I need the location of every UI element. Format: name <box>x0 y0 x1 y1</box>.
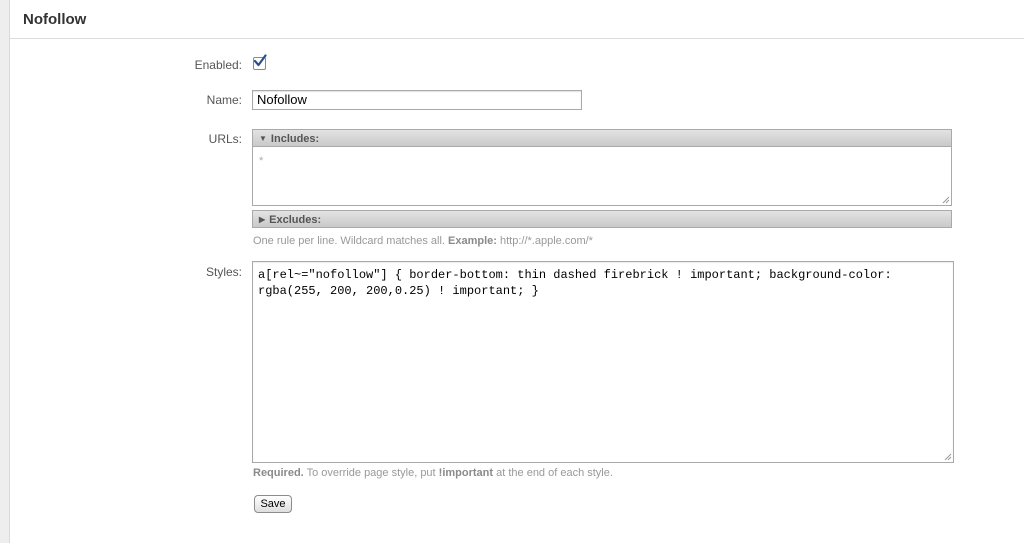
styles-hint-important: !important <box>438 467 494 479</box>
includes-textarea[interactable]: * <box>252 147 952 206</box>
enabled-label: Enabled: <box>194 58 242 72</box>
resize-handle-icon[interactable] <box>944 453 952 461</box>
name-input[interactable] <box>252 90 582 110</box>
left-strip <box>0 0 10 543</box>
triangle-right-icon: ▶ <box>259 215 266 224</box>
enabled-checkbox[interactable] <box>253 54 267 70</box>
urls-hint-text: One rule per line. Wildcard matches all. <box>253 235 449 247</box>
includes-placeholder: * <box>259 155 264 167</box>
triangle-down-icon: ▼ <box>259 134 267 143</box>
excludes-label: Excludes: <box>269 214 322 226</box>
includes-header[interactable]: ▼ Includes: <box>252 129 952 147</box>
urls-hint-example-label: Example: <box>448 235 497 247</box>
styles-hint-required: Required. <box>253 467 304 479</box>
styles-hint: Required. To override page style, put !i… <box>253 467 613 479</box>
page-title: Nofollow <box>23 11 87 28</box>
resize-handle-icon[interactable] <box>942 196 950 204</box>
urls-hint-example-value: http://*.apple.com/* <box>496 235 593 247</box>
excludes-header[interactable]: ▶ Excludes: <box>252 210 952 228</box>
styles-hint-text-2: at the end of each style. <box>493 467 613 479</box>
checkmark-icon <box>253 54 267 67</box>
name-label: Name: <box>206 93 242 107</box>
save-button[interactable]: Save <box>254 495 292 513</box>
styles-textarea[interactable]: a[rel~="nofollow"] { border-bottom: thin… <box>252 261 954 463</box>
page-header: Nofollow <box>10 0 1024 39</box>
styles-text: a[rel~="nofollow"] { border-bottom: thin… <box>258 268 892 298</box>
urls-label: URLs: <box>208 132 242 146</box>
urls-hint: One rule per line. Wildcard matches all.… <box>253 235 593 247</box>
styles-hint-text-1: To override page style, put <box>303 467 439 479</box>
includes-label: Includes: <box>270 133 320 145</box>
styles-label: Styles: <box>205 265 242 279</box>
